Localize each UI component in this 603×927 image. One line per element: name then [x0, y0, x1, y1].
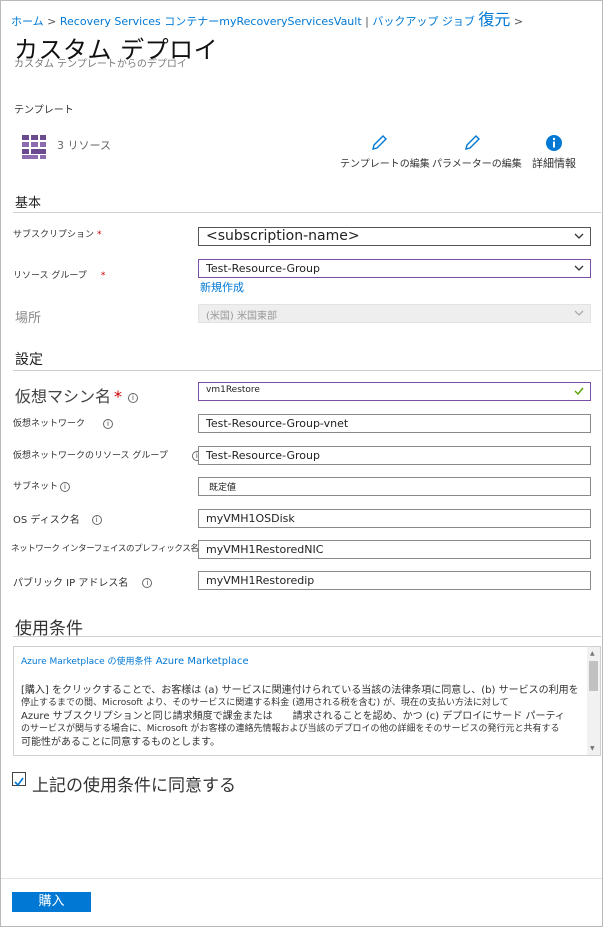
subnet-value: 既定値: [209, 483, 237, 493]
os-disk-value: myVMH1OSDisk: [206, 512, 295, 525]
subnet-input[interactable]: 既定値: [198, 477, 591, 496]
location-dropdown: (米国) 米国東部: [198, 304, 591, 323]
info-icon[interactable]: i: [142, 578, 153, 588]
edit-parameters-button[interactable]: パラメーターの編集: [432, 134, 522, 170]
resource-group-value: Test-Resource-Group: [206, 262, 320, 275]
breadcrumb-jobs[interactable]: バックアップ ジョブ: [372, 15, 475, 28]
subscription-label: サブスクリプション *: [13, 230, 102, 240]
nic-prefix-input[interactable]: myVMH1RestoredNIC: [198, 540, 591, 559]
terms-line: 可能性があることに同意するものとします。: [21, 737, 220, 748]
check-icon: [574, 387, 584, 395]
os-disk-label: OS ディスク名 i: [13, 511, 102, 526]
breadcrumb: ホーム > Recovery Services コンテナーmyRecoveryS…: [11, 6, 523, 30]
basics-heading: 基本: [15, 196, 42, 211]
vnet-input[interactable]: Test-Resource-Group-vnet: [198, 414, 591, 433]
scrollbar-thumb[interactable]: [589, 661, 598, 691]
learn-more-button[interactable]: 詳細情報: [527, 134, 581, 171]
location-value: (米国) 米国東部: [206, 311, 277, 322]
vm-name-input[interactable]: vm1Restore: [198, 382, 591, 401]
terms-scrollbar[interactable]: ▲ ▼: [587, 647, 600, 755]
checkmark-icon: [14, 777, 24, 787]
resource-count: 3 リソース: [57, 139, 111, 152]
footer-divider: [1, 878, 602, 879]
breadcrumb-vault-name[interactable]: myRecoveryServicesVault: [219, 15, 361, 28]
pip-label: パブリック IP アドレス名 i: [13, 574, 153, 589]
breadcrumb-vault[interactable]: Recovery Services コンテナー: [60, 15, 219, 28]
resource-group-label: リソース グループ *: [13, 271, 106, 281]
vnet-rg-label: 仮想ネットワークのリソース グループ i: [13, 448, 202, 461]
edit-parameters-label: パラメーターの編集: [432, 159, 522, 170]
edit-template-button[interactable]: テンプレートの編集: [340, 134, 430, 170]
terms-text: [購入] をクリックすることで、お客様は (a) サービスに関連付けられている当…: [21, 684, 591, 749]
info-icon[interactable]: i: [103, 418, 114, 429]
os-disk-input[interactable]: myVMH1OSDisk: [198, 509, 591, 528]
vm-name-label: 仮想マシン名 * i: [15, 383, 139, 407]
pencil-icon: [465, 135, 480, 150]
info-icon[interactable]: i: [60, 481, 71, 492]
info-icon[interactable]: i: [91, 515, 102, 525]
agree-checkbox[interactable]: [12, 772, 26, 787]
terms-line: 停止するまでの間、Microsoft より、そのサービスに関連する料金 (適用さ…: [21, 698, 509, 708]
vnet-value: Test-Resource-Group-vnet: [206, 417, 349, 430]
vnet-rg-input[interactable]: Test-Resource-Group: [198, 446, 591, 465]
create-new-link[interactable]: 新規作成: [200, 279, 244, 295]
learn-more-label: 詳細情報: [532, 157, 576, 170]
vnet-label: 仮想ネットワーク i: [13, 416, 114, 429]
edit-template-label: テンプレートの編集: [340, 159, 430, 170]
purchase-button[interactable]: 購入: [12, 892, 91, 912]
terms-box: Azure Marketplace の使用条件 Azure Marketplac…: [13, 646, 601, 756]
template-grid-icon: [22, 135, 46, 159]
chevron-down-icon: [574, 310, 584, 316]
settings-heading: 設定: [15, 352, 43, 368]
location-label: 場所: [15, 311, 42, 326]
template-label: テンプレート: [14, 105, 74, 116]
breadcrumb-restore[interactable]: 復元: [478, 10, 510, 29]
resource-group-dropdown[interactable]: Test-Resource-Group: [198, 259, 591, 278]
breadcrumb-home[interactable]: ホーム: [11, 15, 44, 28]
terms-divider: [13, 636, 601, 637]
scroll-up-icon[interactable]: ▲: [590, 650, 595, 657]
info-icon: [546, 135, 562, 151]
page-subtitle: カスタム テンプレートからのデプロイ: [14, 59, 187, 70]
vnet-rg-value: Test-Resource-Group: [206, 449, 320, 462]
subscription-value: <subscription-name>: [206, 228, 360, 244]
agree-label[interactable]: 上記の使用条件に同意する: [32, 771, 236, 796]
chevron-down-icon: [574, 233, 584, 239]
chevron-down-icon: [574, 265, 584, 271]
nic-prefix-label: ネットワーク インターフェイスのプレフィックス名: [11, 544, 199, 554]
pip-input[interactable]: myVMH1Restoredip: [198, 571, 591, 590]
terms-line: のサービスが関与する場合に、Microsoft がお客様の連絡先情報および当該の…: [21, 724, 560, 734]
terms-line: Azure サブスクリプションと同じ請求頻度で課金または 請求されることを認め、…: [21, 711, 565, 722]
marketplace-terms-link[interactable]: Azure Marketplace の使用条件 Azure Marketplac…: [21, 654, 249, 667]
breadcrumb-separator: >: [510, 15, 524, 28]
breadcrumb-separator: |: [361, 15, 373, 28]
scroll-down-icon[interactable]: ▼: [590, 745, 595, 752]
pip-value: myVMH1Restoredip: [206, 574, 315, 587]
info-icon[interactable]: i: [128, 392, 139, 403]
subscription-dropdown[interactable]: <subscription-name>: [198, 227, 591, 246]
basics-divider: [13, 212, 601, 213]
subnet-label: サブネット i: [13, 479, 71, 492]
nic-prefix-value: myVMH1RestoredNIC: [206, 543, 324, 556]
vm-name-value: vm1Restore: [206, 385, 260, 395]
breadcrumb-separator: >: [43, 15, 60, 28]
terms-line: [購入] をクリックすることで、お客様は (a) サービスに関連付けられている当…: [21, 685, 579, 696]
pencil-icon: [372, 135, 387, 150]
settings-divider: [13, 370, 601, 371]
